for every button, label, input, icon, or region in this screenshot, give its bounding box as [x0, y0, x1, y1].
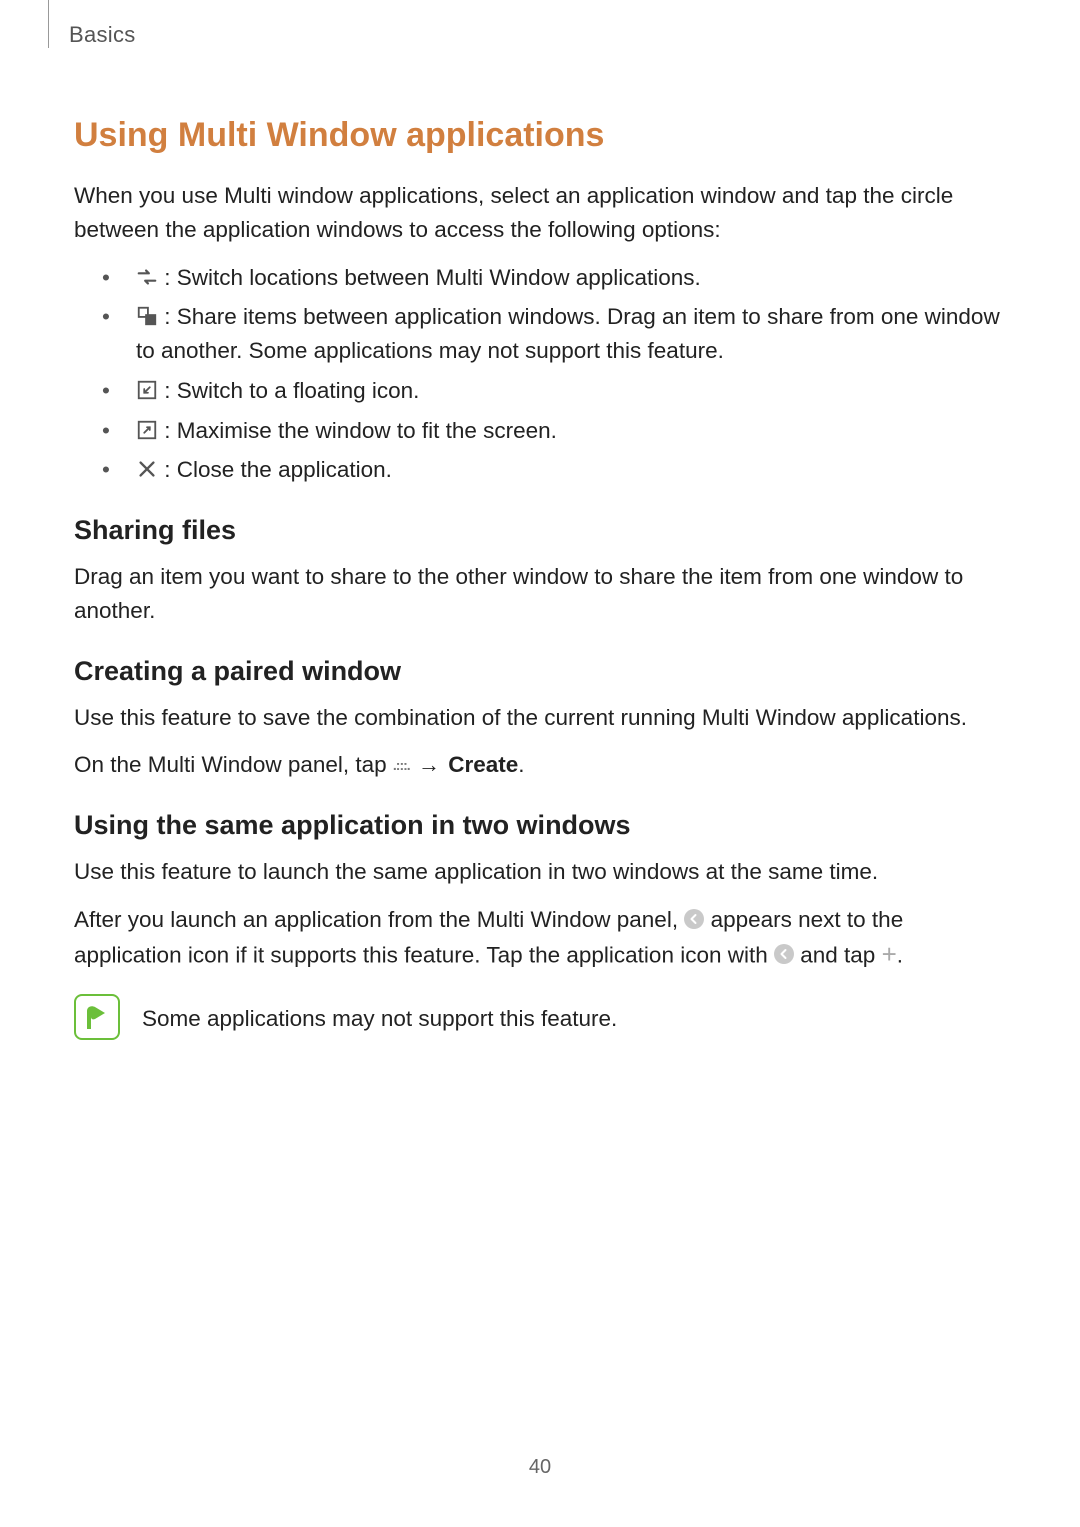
page-content: Using Multi Window applications When you…	[74, 116, 1006, 1040]
note-block: Some applications may not support this f…	[74, 994, 1006, 1040]
drag-share-icon	[136, 305, 158, 327]
intro-paragraph: When you use Multi window applications, …	[74, 179, 1006, 247]
create-label: Create	[448, 752, 518, 777]
option-maximise: : Maximise the window to fit the screen.	[74, 414, 1006, 448]
option-floating: : Switch to a floating icon.	[74, 374, 1006, 408]
close-x-icon	[136, 458, 158, 480]
sameapp-body2c: and tap	[794, 942, 882, 967]
option-text: : Switch to a floating icon.	[164, 378, 419, 403]
chevron-circle-icon	[774, 944, 794, 964]
maximise-icon	[136, 419, 158, 441]
option-text: : Close the application.	[164, 457, 392, 482]
paired-body1: Use this feature to save the combination…	[74, 701, 1006, 735]
option-switch-locations: : Switch locations between Multi Window …	[74, 261, 1006, 295]
note-info-icon	[74, 994, 120, 1040]
floating-box-icon	[136, 379, 158, 401]
sameapp-body2a: After you launch an application from the…	[74, 907, 684, 932]
options-list: : Switch locations between Multi Window …	[74, 261, 1006, 488]
switch-arrows-icon	[136, 266, 158, 288]
paired-heading: Creating a paired window	[74, 656, 1006, 687]
option-text: : Share items between application window…	[136, 304, 1000, 363]
option-close: : Close the application.	[74, 453, 1006, 487]
page-number: 40	[0, 1456, 1080, 1479]
option-share-items: : Share items between application window…	[74, 300, 1006, 368]
paired-body2: On the Multi Window panel, tap .:::. → C…	[74, 748, 1006, 782]
chevron-circle-icon	[684, 909, 704, 929]
sameapp-body2: After you launch an application from the…	[74, 903, 1006, 976]
arrow-icon: →	[416, 752, 442, 777]
paired-body2a: On the Multi Window panel, tap	[74, 752, 393, 777]
paired-body2c: .	[518, 752, 524, 777]
note-text: Some applications may not support this f…	[142, 994, 617, 1036]
page-header: Basics	[48, 0, 136, 56]
option-text: : Maximise the window to fit the screen.	[164, 418, 557, 443]
category-label: Basics	[69, 22, 136, 48]
option-text: : Switch locations between Multi Window …	[164, 265, 701, 290]
section-title: Using Multi Window applications	[74, 116, 1006, 155]
header-divider	[48, 0, 49, 48]
sameapp-body2d: .	[897, 942, 903, 967]
sameapp-heading: Using the same application in two window…	[74, 810, 1006, 841]
sharing-body: Drag an item you want to share to the ot…	[74, 560, 1006, 628]
plus-icon: +	[882, 935, 897, 974]
sharing-heading: Sharing files	[74, 515, 1006, 546]
panel-dots-icon: .:::.	[393, 755, 410, 776]
sameapp-body1: Use this feature to launch the same appl…	[74, 855, 1006, 889]
